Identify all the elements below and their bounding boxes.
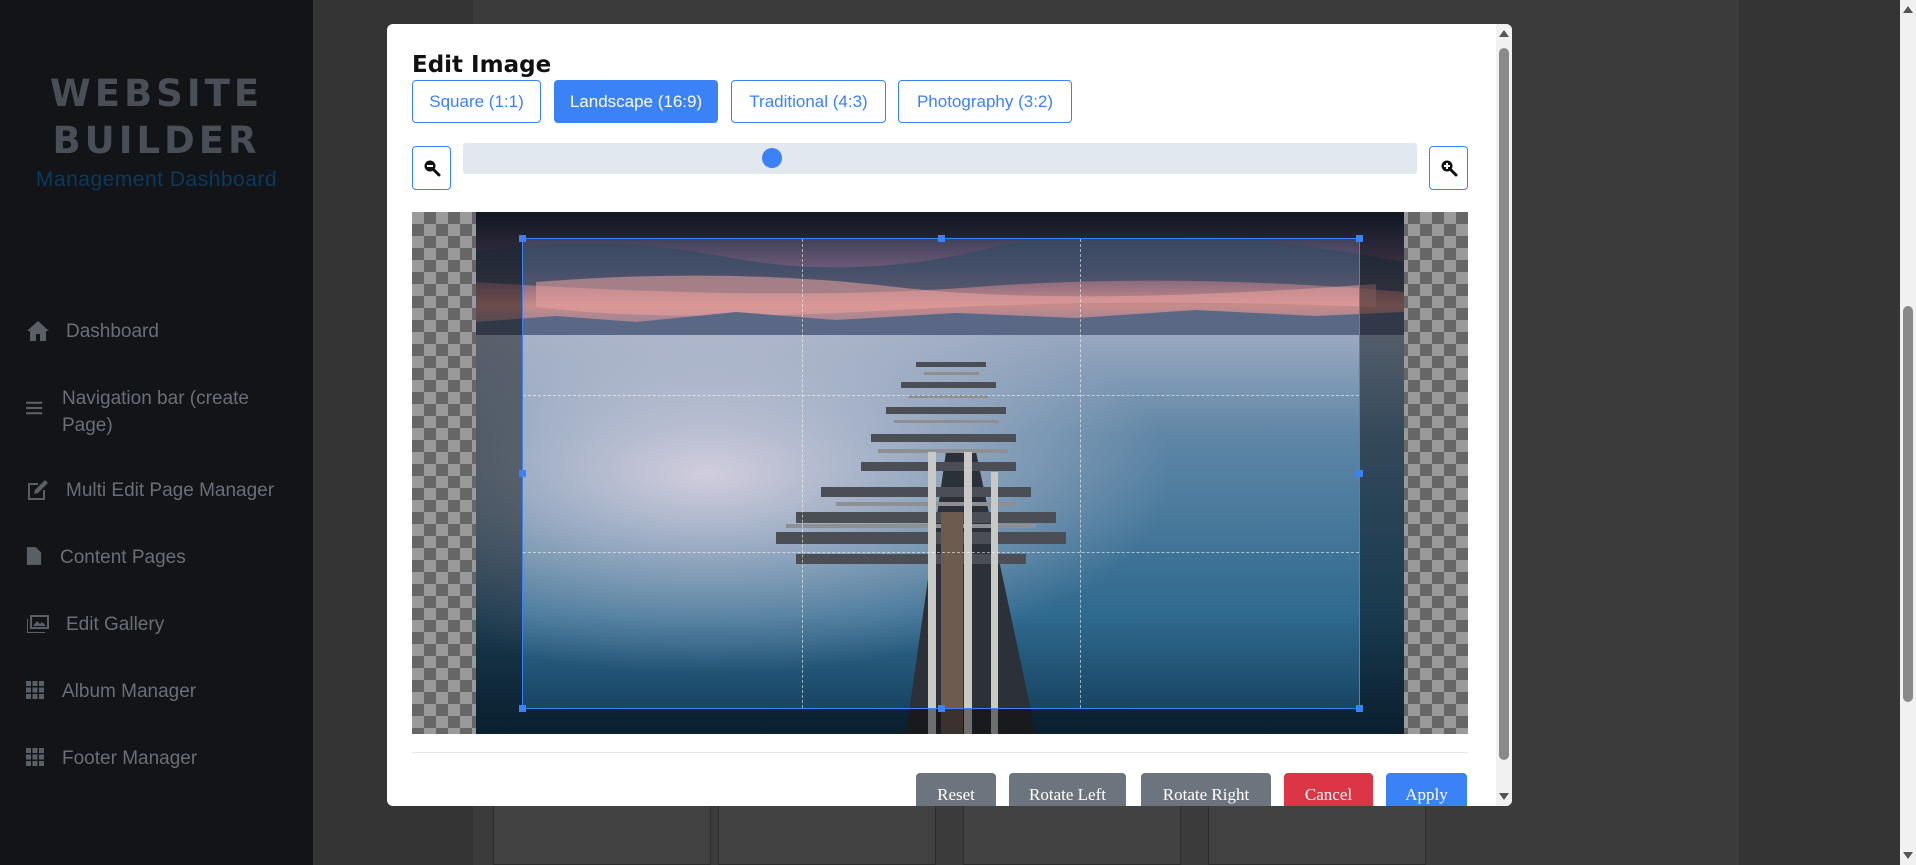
- edit-image-modal: Edit Image Square (1:1) Landscape (16:9)…: [387, 24, 1512, 806]
- sidebar-item-multi-edit[interactable]: Multi Edit Page Manager: [26, 477, 296, 504]
- scroll-up-arrow-icon[interactable]: [1499, 30, 1509, 37]
- scroll-up-arrow-icon[interactable]: [1903, 6, 1913, 13]
- reset-button[interactable]: Reset: [916, 773, 996, 806]
- sidebar-item-dashboard[interactable]: Dashboard: [26, 318, 296, 345]
- ratio-square-button[interactable]: Square (1:1): [412, 80, 541, 123]
- crop-grid-line: [523, 551, 1359, 553]
- ratio-traditional-button[interactable]: Traditional (4:3): [731, 80, 886, 123]
- sidebar-item-label: Footer Manager: [62, 748, 198, 769]
- crop-grid-line: [523, 395, 1359, 397]
- ratio-landscape-button[interactable]: Landscape (16:9): [554, 80, 718, 123]
- brand: WEBSITE BUILDER Management Dashboard: [0, 70, 313, 192]
- sidebar: WEBSITE BUILDER Management Dashboard Das…: [0, 0, 313, 865]
- crop-grid-line: [1080, 239, 1082, 708]
- sidebar-item-edit-gallery[interactable]: Edit Gallery: [26, 611, 296, 638]
- zoom-slider-thumb[interactable]: [761, 148, 782, 168]
- modal-scrollbar[interactable]: [1496, 24, 1512, 806]
- modal-footer-divider: [412, 752, 1468, 753]
- crop-handle-se[interactable]: [1356, 705, 1363, 712]
- sidebar-item-label: Dashboard: [66, 321, 159, 342]
- cancel-button[interactable]: Cancel: [1284, 773, 1373, 806]
- edit-icon: [26, 479, 52, 503]
- bars-icon: [26, 397, 46, 421]
- zoom-in-icon: [1441, 160, 1457, 177]
- crop-handle-e[interactable]: [1356, 470, 1363, 477]
- scroll-down-arrow-icon[interactable]: [1499, 793, 1509, 800]
- sidebar-item-label: Content Pages: [60, 547, 186, 568]
- sidebar-item-navigation-bar[interactable]: Navigation bar (create Page): [26, 385, 296, 439]
- rotate-right-button[interactable]: Rotate Right: [1141, 773, 1271, 806]
- grid-icon: [26, 747, 46, 771]
- crop-overlay: [476, 709, 1404, 734]
- apply-button[interactable]: Apply: [1386, 773, 1467, 806]
- brand-subtitle: Management Dashboard: [35, 168, 278, 191]
- page-scrollbar[interactable]: [1900, 0, 1916, 865]
- ratio-photography-button[interactable]: Photography (3:2): [898, 80, 1072, 123]
- images-icon: [26, 613, 52, 637]
- zoom-slider[interactable]: [463, 143, 1417, 174]
- grid-icon: [26, 680, 46, 704]
- rotate-left-button[interactable]: Rotate Left: [1009, 773, 1126, 806]
- crop-overlay: [1360, 238, 1404, 709]
- brand-title-line2: BUILDER: [52, 119, 261, 162]
- crop-grid-line: [801, 239, 803, 708]
- page-scrollbar-thumb[interactable]: [1903, 306, 1913, 702]
- modal-title: Edit Image: [412, 52, 552, 78]
- crop-canvas[interactable]: [412, 212, 1468, 734]
- brand-title-line1: WEBSITE: [49, 72, 264, 115]
- crop-box[interactable]: [519, 235, 1363, 712]
- crop-handle-n[interactable]: [938, 235, 945, 242]
- zoom-out-icon: [424, 160, 440, 177]
- crop-handle-ne[interactable]: [1356, 235, 1363, 242]
- sidebar-item-label: Edit Gallery: [66, 614, 165, 635]
- file-icon: [26, 546, 46, 570]
- sidebar-item-label: Album Manager: [62, 681, 197, 702]
- sidebar-item-label: Multi Edit Page Manager: [66, 480, 275, 501]
- crop-handle-w[interactable]: [519, 470, 526, 477]
- crop-overlay: [476, 238, 522, 709]
- zoom-out-button[interactable]: [412, 146, 451, 190]
- modal-scrollbar-thumb[interactable]: [1499, 48, 1509, 760]
- sidebar-item-label: Navigation bar (create Page): [62, 388, 249, 436]
- crop-handle-s[interactable]: [938, 705, 945, 712]
- crop-handle-nw[interactable]: [519, 235, 526, 242]
- crop-handle-sw[interactable]: [519, 705, 526, 712]
- home-icon: [26, 320, 52, 344]
- scroll-down-arrow-icon[interactable]: [1903, 852, 1913, 859]
- zoom-in-button[interactable]: [1429, 146, 1468, 190]
- sidebar-item-album-manager[interactable]: Album Manager: [26, 678, 296, 705]
- sidebar-item-footer-manager[interactable]: Footer Manager: [26, 745, 296, 772]
- sidebar-item-content-pages[interactable]: Content Pages: [26, 544, 296, 571]
